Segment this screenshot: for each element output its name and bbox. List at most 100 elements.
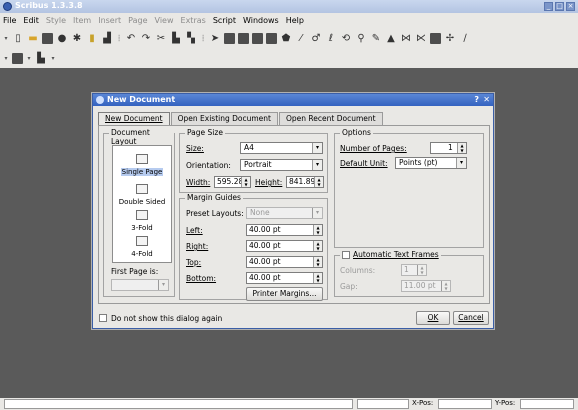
story-editor-icon[interactable]: ▲ (385, 32, 397, 44)
menu-windows[interactable]: Windows (243, 16, 279, 25)
layout-list[interactable]: Single Page Double Sided 3-Fold 4-Fold (112, 145, 172, 263)
left-margin-spinbox[interactable]: 40.00 pt ▲ ▼ (246, 224, 323, 236)
menubar: File Edit Style Item Insert Page View Ex… (0, 13, 578, 27)
close-icon[interactable]: ✕ (483, 95, 490, 104)
menu-script[interactable]: Script (213, 16, 236, 25)
dropdown-arrow-icon[interactable]: ▾ (26, 52, 32, 64)
spinner-arrows-icon: ▲ ▼ (313, 241, 322, 251)
number-of-pages-value: 1 (448, 143, 453, 152)
menu-page[interactable]: Page (128, 16, 147, 25)
chevron-down-icon: ▾ (456, 158, 466, 168)
preflight-icon[interactable]: ▮ (86, 32, 98, 44)
status-bar: X-Pos: Y-Pos: (0, 398, 578, 410)
automatic-text-frames-checkbox[interactable] (342, 250, 350, 259)
paste-icon[interactable]: ▚ (185, 32, 197, 44)
unlink-frames-icon[interactable]: ⋉ (415, 32, 427, 44)
menu-view[interactable]: View (155, 16, 174, 25)
ok-button[interactable]: OK (416, 311, 450, 325)
zoom-icon[interactable]: ⚲ (355, 32, 367, 44)
first-page-label: First Page is: (111, 267, 159, 276)
dropdown-arrow-icon[interactable]: ▾ (3, 32, 9, 44)
line-icon[interactable]: ⁄ (295, 32, 307, 44)
help-button[interactable]: ? (474, 95, 479, 104)
height-spinbox[interactable]: 841.89 ▲ ▼ (286, 176, 324, 188)
page-size-legend: Page Size (185, 128, 225, 137)
width-value: 595.28 (217, 177, 244, 186)
layout-single-page[interactable]: Single Page (113, 154, 171, 176)
measure-icon[interactable] (430, 32, 441, 44)
edit-text-icon[interactable]: ✎ (370, 32, 382, 44)
preset-layouts-label: Preset Layouts: (186, 209, 244, 218)
pdf-tools-icon[interactable]: ∕ (459, 32, 471, 44)
default-unit-select[interactable]: Points (pt) ▾ (395, 157, 467, 169)
options-legend: Options (340, 128, 373, 137)
text-frame-icon[interactable] (224, 32, 235, 44)
orientation-select[interactable]: Portrait ▾ (240, 159, 323, 171)
bezier-icon[interactable]: ♂ (310, 32, 322, 44)
double-sided-icon (136, 184, 148, 194)
shape-icon[interactable]: ⬟ (280, 32, 292, 44)
cancel-button[interactable]: Cancel (453, 311, 489, 325)
minimize-button[interactable]: _ (544, 2, 553, 11)
tab-open-recent-document[interactable]: Open Recent Document (278, 112, 383, 125)
layout-3-fold[interactable]: 3-Fold (113, 210, 171, 232)
menu-style[interactable]: Style (46, 16, 66, 25)
right-margin-spinbox[interactable]: 40.00 pt ▲ ▼ (246, 240, 323, 252)
image-frame-icon[interactable] (238, 32, 249, 44)
layout-double-sided[interactable]: Double Sided (113, 184, 171, 206)
preset-layouts-select[interactable]: None ▾ (246, 207, 323, 219)
table-icon[interactable] (266, 32, 277, 44)
eyedropper-icon[interactable]: ✢ (444, 32, 456, 44)
gap-spinbox[interactable]: 11.00 pt ▲ ▼ (401, 280, 451, 292)
close-window-button[interactable]: × (566, 2, 575, 11)
rotate-icon[interactable]: ⟲ (340, 32, 352, 44)
size-select[interactable]: A4 ▾ (240, 142, 323, 154)
undo-icon[interactable]: ↶ (125, 32, 137, 44)
menu-item[interactable]: Item (73, 16, 91, 25)
dropdown-arrow-icon[interactable]: ▾ (50, 52, 56, 64)
copy-icon[interactable]: ▙ (170, 32, 182, 44)
menu-insert[interactable]: Insert (98, 16, 121, 25)
freehand-icon[interactable]: ℓ (325, 32, 337, 44)
width-spinbox[interactable]: 595.28 ▲ ▼ (214, 176, 251, 188)
new-document-icon[interactable]: ▯ (12, 32, 24, 44)
pdf-field-icon[interactable] (12, 52, 23, 64)
height-value: 841.89 (289, 177, 316, 186)
select-arrow-icon[interactable]: ➤ (209, 32, 221, 44)
top-margin-spinbox[interactable]: 40.00 pt ▲ ▼ (246, 256, 323, 268)
layout-double-sided-label: Double Sided (118, 198, 166, 206)
save-icon[interactable] (42, 32, 53, 44)
main-toolbar: ▾ ▯ ▬ ● ✱ ▮ ▟ ┆ ↶ ↷ ✂ ▙ ▚ ┆ ➤ ⬟ ⁄ ♂ ℓ ⟲ … (0, 28, 578, 48)
tab-new-document[interactable]: New Document (98, 112, 170, 125)
menu-edit[interactable]: Edit (23, 16, 39, 25)
layout-3-fold-label: 3-Fold (131, 224, 153, 232)
dont-show-checkbox[interactable] (99, 314, 107, 322)
maximize-button[interactable]: □ (555, 2, 564, 11)
first-page-select[interactable]: ▾ (111, 279, 169, 291)
pdf-annotation-icon[interactable]: ▙ (35, 52, 47, 64)
layout-4-fold[interactable]: 4-Fold (113, 236, 171, 258)
scribus-logo-icon (3, 2, 12, 11)
close-document-icon[interactable]: ● (56, 32, 68, 44)
columns-spinbox[interactable]: 1 ▲ ▼ (401, 264, 427, 276)
window-controls: _ □ × (544, 2, 575, 11)
left-margin-label: Left: (186, 226, 203, 235)
open-folder-icon[interactable]: ▬ (27, 32, 39, 44)
menu-file[interactable]: File (3, 16, 16, 25)
render-frame-icon[interactable] (252, 32, 263, 44)
redo-icon[interactable]: ↷ (140, 32, 152, 44)
export-pdf-icon[interactable]: ▟ (101, 32, 113, 44)
link-frames-icon[interactable]: ⋈ (400, 32, 412, 44)
dropdown-arrow-icon[interactable]: ▾ (3, 52, 9, 64)
cut-icon[interactable]: ✂ (155, 32, 167, 44)
menu-help[interactable]: Help (286, 16, 304, 25)
zoom-field[interactable] (357, 399, 409, 409)
bottom-margin-spinbox[interactable]: 40.00 pt ▲ ▼ (246, 272, 323, 284)
margin-guides-group: Margin Guides Preset Layouts: None ▾ Lef… (179, 193, 328, 301)
printer-margins-button[interactable]: Printer Margins... (246, 287, 323, 301)
secondary-toolbar: ▾ ▾ ▙ ▾ (0, 50, 578, 66)
print-icon[interactable]: ✱ (71, 32, 83, 44)
number-of-pages-spinbox[interactable]: 1 ▲ ▼ (430, 142, 467, 154)
tab-open-existing-document[interactable]: Open Existing Document (170, 112, 278, 125)
menu-extras[interactable]: Extras (181, 16, 206, 25)
